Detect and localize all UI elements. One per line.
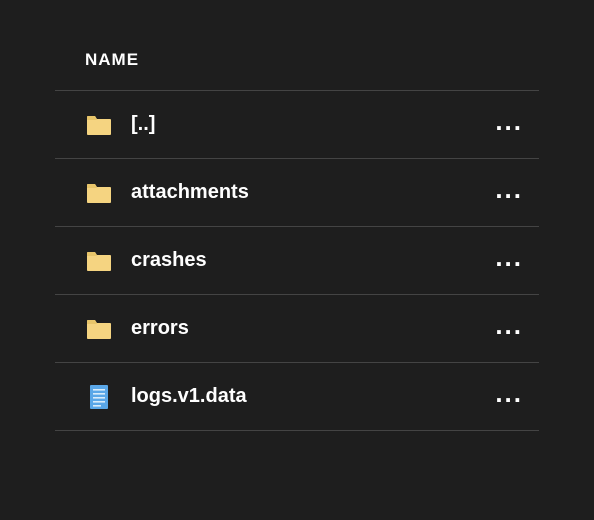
item-name: attachments — [131, 181, 487, 204]
more-actions-icon[interactable]: ... — [487, 176, 531, 210]
list-item[interactable]: crashes... — [55, 227, 539, 295]
file-list: [..]... attachments... crashes... errors… — [55, 91, 539, 431]
folder-icon-wrap — [85, 111, 113, 139]
folder-icon-wrap — [85, 247, 113, 275]
more-actions-icon[interactable]: ... — [487, 108, 531, 142]
folder-icon — [86, 250, 112, 272]
file-icon-wrap — [85, 383, 113, 411]
list-item[interactable]: [..]... — [55, 91, 539, 159]
table-header: NAME — [55, 50, 539, 91]
column-header-name: NAME — [85, 50, 139, 69]
list-item[interactable]: logs.v1.data... — [55, 363, 539, 431]
item-name: crashes — [131, 249, 487, 272]
item-name: [..] — [131, 113, 487, 136]
folder-icon — [86, 182, 112, 204]
item-name: errors — [131, 317, 487, 340]
file-icon — [89, 384, 109, 410]
folder-icon — [86, 114, 112, 136]
folder-icon-wrap — [85, 315, 113, 343]
more-actions-icon[interactable]: ... — [487, 380, 531, 414]
folder-icon — [86, 318, 112, 340]
folder-icon-wrap — [85, 179, 113, 207]
more-actions-icon[interactable]: ... — [487, 244, 531, 278]
list-item[interactable]: attachments... — [55, 159, 539, 227]
item-name: logs.v1.data — [131, 385, 487, 408]
list-item[interactable]: errors... — [55, 295, 539, 363]
more-actions-icon[interactable]: ... — [487, 312, 531, 346]
